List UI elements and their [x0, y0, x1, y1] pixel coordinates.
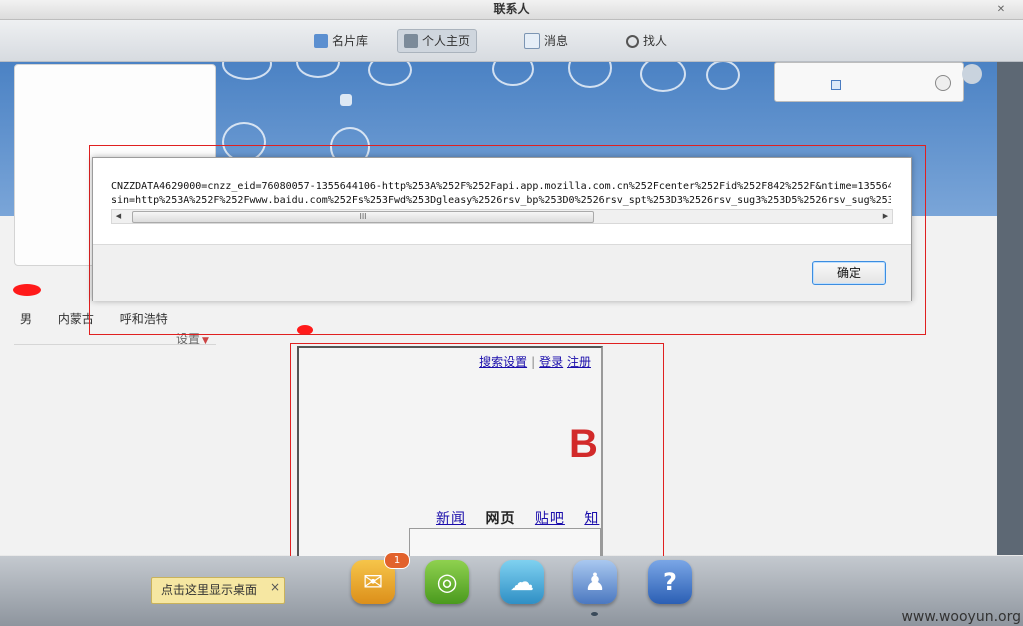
close-icon[interactable]: × [270, 575, 280, 600]
close-icon[interactable]: ✕ [995, 0, 1007, 19]
baidu-tab-web[interactable]: 网页 [485, 511, 515, 527]
redacted-name-mark [13, 284, 41, 296]
redacted-mark [297, 325, 313, 335]
profile-city: 呼和浩特 [119, 312, 168, 326]
profile-gender: 男 [20, 312, 33, 326]
baidu-tab-news[interactable]: 新闻 [436, 511, 466, 527]
dialog-footer: 确定 [93, 244, 911, 301]
doodle-mail-icon [640, 62, 686, 92]
baidu-search-settings-link[interactable]: 搜索设置 [479, 355, 527, 369]
smiley-icon[interactable] [935, 75, 951, 91]
cookie-alert-dialog: CNZZDATA4629000=cnzz_eid=76080057-135564… [92, 157, 912, 301]
nav-card-library[interactable]: 名片库 [308, 30, 374, 52]
alert-message: CNZZDATA4629000=cnzz_eid=76080057-135564… [111, 180, 891, 208]
doodle-face-icon [222, 62, 272, 80]
doodle-face-icon [222, 122, 266, 162]
mini-widget [774, 62, 964, 102]
scroll-thumb[interactable]: III [132, 211, 594, 223]
top-nav-bar: 名片库 个人主页 消息 找人 [0, 20, 1023, 62]
checkbox-icon[interactable] [831, 80, 841, 90]
baidu-search-input[interactable] [409, 528, 601, 556]
profile-province: 内蒙古 [57, 312, 94, 326]
help-icon[interactable]: ? [648, 560, 692, 604]
doodle-cloud-icon [706, 62, 740, 90]
baidu-tab-zhidao[interactable]: 知 [584, 511, 599, 527]
window-title-bar: 联系人 ✕ [0, 0, 1023, 20]
baidu-search-tabs: 新闻 网页 贴吧 知 [436, 508, 601, 528]
doodle-mail-icon [368, 62, 412, 86]
active-app-indicator [591, 612, 598, 616]
doodle-square-icon [340, 94, 352, 106]
baidu-logo: B [569, 422, 598, 466]
tooltip-text: 点击这里显示桌面 [161, 583, 258, 597]
alert-message-line-2: sin=http%253A%252F%252Fwww.baidu.com%252… [111, 195, 891, 206]
scroll-knob[interactable] [962, 64, 982, 84]
divider [14, 344, 216, 345]
doodle-face-icon [296, 62, 340, 78]
baidu-register-link[interactable]: 注册 [567, 355, 591, 369]
baidu-top-links: 搜索设置 | 登录 注册 [479, 353, 591, 370]
nav-personal-homepage[interactable]: 个人主页 [397, 29, 478, 53]
nav-find-people-label: 找人 [643, 34, 668, 48]
personal-homepage-icon [404, 34, 418, 48]
window-title: 联系人 [493, 2, 530, 16]
nav-messages-label: 消息 [544, 34, 569, 48]
cloud-icon[interactable]: ☁ [500, 560, 544, 604]
link-separator: | [531, 355, 536, 369]
message-icon [524, 33, 540, 49]
scroll-right-icon[interactable]: ▶ [879, 210, 892, 223]
search-icon [626, 34, 639, 48]
help-glyph: ? [663, 568, 677, 596]
watermark: www.wooyun.org [901, 609, 1021, 625]
right-edge-strip [997, 62, 1023, 555]
profile-location-info: 男 内蒙古 呼和浩特 [20, 310, 190, 327]
show-desktop-tooltip[interactable]: 点击这里显示桌面 × [151, 577, 285, 604]
ok-button[interactable]: 确定 [812, 261, 886, 285]
horizontal-scrollbar[interactable]: ◀ III ▶ [111, 209, 893, 224]
embedded-baidu-frame: 搜索设置 | 登录 注册 B 新闻 网页 贴吧 知 [297, 346, 603, 556]
scroll-left-icon[interactable]: ◀ [112, 210, 125, 223]
contacts-icon[interactable]: ♟ [573, 560, 617, 604]
baidu-login-link[interactable]: 登录 [539, 355, 563, 369]
nav-find-people[interactable]: 找人 [620, 30, 673, 52]
nav-card-library-label: 名片库 [332, 34, 369, 48]
alert-message-line-1: CNZZDATA4629000=cnzz_eid=76080057-135564… [111, 181, 891, 192]
unread-count-badge: 1 [384, 552, 410, 569]
card-library-icon [314, 34, 328, 48]
nav-personal-homepage-label: 个人主页 [422, 34, 471, 48]
doodle-globe-icon [568, 62, 612, 88]
baidu-tab-tieba[interactable]: 贴吧 [535, 511, 565, 527]
doodle-face-icon [492, 62, 534, 86]
chat-icon[interactable]: ◎ [425, 560, 469, 604]
nav-messages[interactable]: 消息 [518, 30, 574, 52]
